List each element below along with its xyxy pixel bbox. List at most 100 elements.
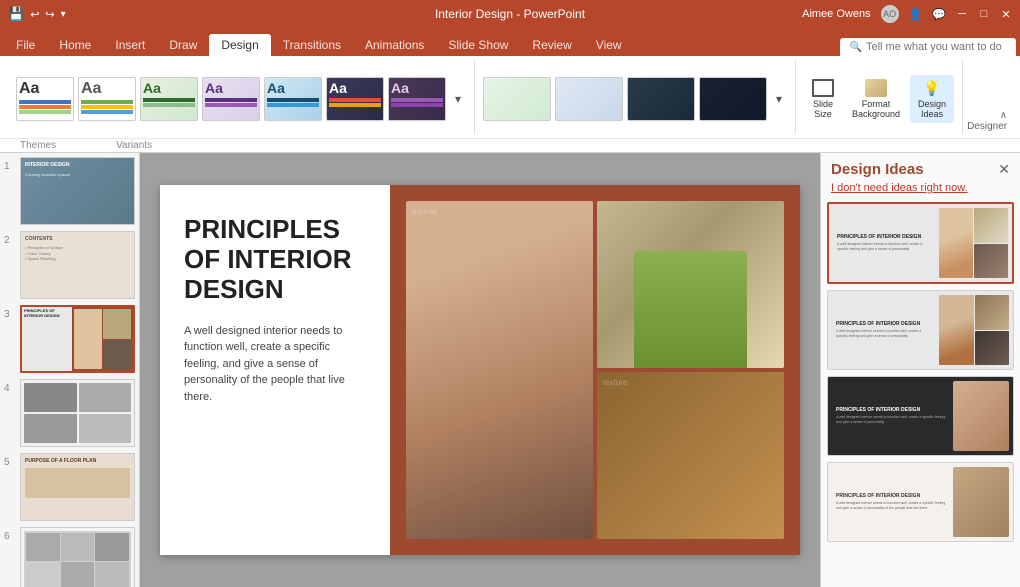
photo-cell-portrait: portrait (406, 201, 593, 539)
customize-buttons: SlideSize FormatBackground 💡 DesignIdeas (804, 71, 954, 123)
slide-main: PRINCIPLES OF INTERIOR DESIGN A well des… (160, 185, 800, 555)
photo-cell-1 (597, 201, 784, 368)
restore-btn[interactable]: □ (978, 8, 990, 20)
slide-img-2: CONTENTS • Principles of Design• Color T… (20, 231, 135, 299)
slide-size-button[interactable]: SlideSize (804, 75, 842, 123)
tab-review[interactable]: Review (520, 34, 583, 56)
variant-1[interactable] (483, 77, 551, 121)
design-ideas-list: PRINCIPLES OF INTERIOR DESIGN A well des… (821, 202, 1020, 587)
design-idea-4[interactable]: PRINCIPLES OF INTERIOR DESIGN A well des… (827, 462, 1014, 542)
format-background-button[interactable]: FormatBackground (844, 75, 908, 123)
design-idea-img-3: PRINCIPLES OF INTERIOR DESIGN A well des… (828, 377, 1013, 455)
format-background-label: FormatBackground (852, 99, 900, 119)
di-layout-1: PRINCIPLES OF INTERIOR DESIGN A well des… (829, 204, 1012, 282)
slide-number-1: 1 (4, 157, 16, 172)
slide-number-4: 4 (4, 379, 16, 394)
slide-size-icon (812, 79, 834, 97)
design-idea-3[interactable]: PRINCIPLES OF INTERIOR DESIGN A well des… (827, 376, 1014, 456)
slide-thumb-2[interactable]: 2 CONTENTS • Principles of Design• Color… (4, 231, 135, 299)
di-left-1: PRINCIPLES OF INTERIOR DESIGN A well des… (833, 208, 937, 278)
minimize-btn[interactable]: ─ (956, 8, 968, 20)
designer-label: Designer (967, 121, 1007, 132)
title-bar-left: 💾 ↩ ↪ ▾ (8, 6, 66, 22)
design-panel-close-button[interactable]: ✕ (998, 161, 1010, 178)
themes-more-btn[interactable]: ▾ (450, 92, 466, 106)
customize-qat-icon[interactable]: ▾ (61, 9, 66, 20)
slide-size-label: SlideSize (813, 99, 833, 119)
tab-view[interactable]: View (584, 34, 634, 56)
tab-home[interactable]: Home (47, 34, 103, 56)
slide-thumb-5[interactable]: 5 PURPOSE OF A FLOOR PLAN (4, 453, 135, 521)
undo-icon[interactable]: ↩ (30, 8, 39, 21)
di-photo-2c (975, 331, 1009, 366)
close-btn[interactable]: ✕ (1000, 8, 1012, 20)
format-background-icon (865, 79, 887, 97)
slide-number-5: 5 (4, 453, 16, 468)
di-photo-2a (975, 295, 1009, 330)
slide-thumb-6[interactable]: 6 (4, 527, 135, 587)
slide-img-4 (20, 379, 135, 447)
theme-7[interactable]: Aa (388, 77, 446, 121)
di-body-3: A well designed interior needs to functi… (836, 415, 947, 424)
theme-4[interactable]: Aa (202, 77, 260, 121)
slide-img-1: INTERIOR DESIGN Creating beautiful space… (20, 157, 135, 225)
slide-thumb-3[interactable]: 3 PRINCIPLES OF INTERIOR DESIGN (4, 305, 135, 373)
tab-slideshow[interactable]: Slide Show (436, 34, 520, 56)
no-ideas-link[interactable]: I don't need ideas right now. (821, 182, 1020, 202)
slide-number-2: 2 (4, 231, 16, 246)
theme-3[interactable]: Aa (140, 77, 198, 121)
variant-4[interactable] (699, 77, 767, 121)
search-icon: 🔍 (850, 42, 862, 53)
design-idea-img-1: PRINCIPLES OF INTERIOR DESIGN A well des… (829, 204, 1012, 282)
redo-icon[interactable]: ↪ (45, 8, 54, 21)
slide-thumb-4[interactable]: 4 (4, 379, 135, 447)
theme-5[interactable]: Aa (264, 77, 322, 121)
di-right-2 (939, 295, 1009, 365)
search-input[interactable] (866, 41, 1006, 53)
tab-file[interactable]: File (4, 34, 47, 56)
tab-design[interactable]: Design (209, 34, 270, 56)
comments-icon[interactable]: 💬 (932, 8, 946, 21)
di-title-4: PRINCIPLES OF INTERIOR DESIGN (836, 493, 947, 499)
ribbon: File Home Insert Draw Design Transitions… (0, 28, 1020, 153)
ribbon-labels: Themes Variants (0, 138, 1020, 152)
tab-draw[interactable]: Draw (157, 34, 209, 56)
theme-2[interactable]: Aa (78, 77, 136, 121)
design-idea-2[interactable]: PRINCIPLES OF INTERIOR DESIGN A well des… (827, 290, 1014, 370)
save-icon[interactable]: 💾 (8, 6, 24, 22)
app-title: Interior Design - PowerPoint (435, 7, 585, 21)
photo-grid: portrait texture (406, 201, 784, 539)
slide-content-left: PRINCIPLES OF INTERIOR DESIGN A well des… (160, 185, 390, 555)
design-panel-title: Design Ideas (831, 161, 924, 178)
ribbon-tabs: File Home Insert Draw Design Transitions… (0, 28, 1020, 56)
slide-thumb-1[interactable]: 1 INTERIOR DESIGN Creating beautiful spa… (4, 157, 135, 225)
user-avatar[interactable]: AO (881, 5, 899, 23)
design-panel-header: Design Ideas ✕ (821, 153, 1020, 182)
slide-body: A well designed interior needs to functi… (184, 323, 366, 406)
tab-transitions[interactable]: Transitions (271, 34, 353, 56)
di-left-3: PRINCIPLES OF INTERIOR DESIGN A well des… (832, 381, 951, 451)
variant-2[interactable] (555, 77, 623, 121)
title-bar: 💾 ↩ ↪ ▾ Interior Design - PowerPoint Aim… (0, 0, 1020, 28)
tab-animations[interactable]: Animations (353, 34, 436, 56)
di-layout-3: PRINCIPLES OF INTERIOR DESIGN A well des… (828, 377, 1013, 455)
ribbon-content: Aa Aa Aa Aa (0, 56, 1020, 138)
di-body-4: A well designed interior needs to functi… (836, 501, 947, 510)
slide-img-6 (20, 527, 135, 587)
di-photo-4 (953, 467, 1009, 537)
slide-canvas: PRINCIPLES OF INTERIOR DESIGN A well des… (140, 153, 820, 587)
designer-collapse-btn[interactable]: ∧ (1000, 110, 1007, 121)
share-icon[interactable]: 👤 (909, 8, 923, 21)
design-ideas-button[interactable]: 💡 DesignIdeas (910, 75, 954, 123)
design-idea-1[interactable]: PRINCIPLES OF INTERIOR DESIGN A well des… (827, 202, 1014, 284)
tab-insert[interactable]: Insert (103, 34, 157, 56)
di-title-1: PRINCIPLES OF INTERIOR DESIGN (837, 234, 933, 240)
variants-more-btn[interactable]: ▾ (771, 92, 787, 106)
variant-3[interactable] (627, 77, 695, 121)
di-layout-2: PRINCIPLES OF INTERIOR DESIGN A well des… (828, 291, 1013, 369)
slide-panel: 1 INTERIOR DESIGN Creating beautiful spa… (0, 153, 140, 587)
theme-6[interactable]: Aa (326, 77, 384, 121)
themes-group: Aa Aa Aa Aa (8, 60, 475, 134)
theme-default[interactable]: Aa (16, 77, 74, 121)
customize-group: SlideSize FormatBackground 💡 DesignIdeas (796, 60, 963, 134)
